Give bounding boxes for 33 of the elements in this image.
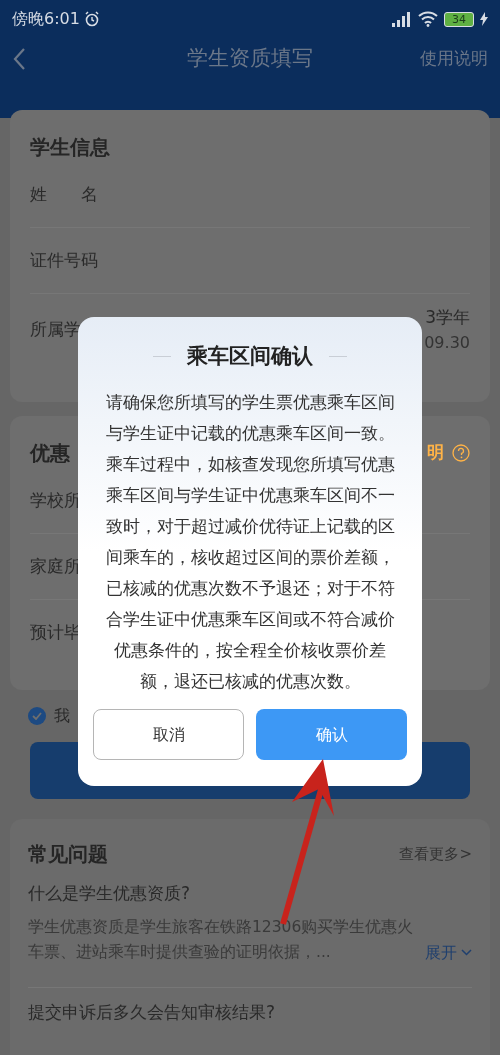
charging-icon [480,12,488,26]
status-time: 傍晚6:01 [12,8,80,30]
section-title: 学生信息 [30,134,111,161]
agreement-text: 我 [54,705,70,727]
signal-icon [390,11,412,27]
field-value: 3学年 [425,306,470,330]
battery-indicator: 34 [444,11,474,27]
dialog-title: 乘车区间确认 [187,343,313,370]
page-title: 学生资质填写 [187,45,313,73]
faq-question[interactable]: 什么是学生优惠资质? [28,881,472,907]
section-title: 优惠 [30,440,70,467]
back-icon[interactable] [12,47,26,71]
field-label: 家庭所 [30,554,81,578]
wifi-icon [418,11,438,27]
check-icon [32,712,42,720]
help-link[interactable]: 明 [427,440,444,466]
see-more-link[interactable]: 查看更多> [399,842,472,866]
field-label: 所属学 [30,318,81,342]
alarm-icon [83,11,100,27]
expand-link[interactable]: 展开 [425,939,457,965]
field-label: 学校所 [30,488,81,512]
confirm-button[interactable]: 确认 [256,709,407,760]
agreement-checkbox[interactable] [28,707,46,725]
help-icon[interactable] [452,444,470,462]
instructions-link[interactable]: 使用说明 [420,46,488,72]
field-value: 09.30 [424,331,470,354]
dialog-message: 请确保您所填写的学生票优惠乘车区间与学生证中记载的优惠乘车区间一致。乘车过程中，如核查发现您所填写优惠乘车区间与学生证中优惠乘车区间不一致时，对于超过减价优待证上记载的区间乘车的，核收超过区间的票价差额，已核减的优惠次数不予退还；对于不符合学生证中优惠乘车区间或不符合减价优惠条件的，按全程全价核收票价差额，退还已核减的优惠次数。 [104,390,396,693]
field-label: 姓 名 [30,182,98,206]
faq-question[interactable]: 提交申诉后多久会告知审核结果? [28,999,472,1025]
field-label: 证件号码 [30,248,98,272]
cancel-button[interactable]: 取消 [93,709,244,760]
chevron-down-icon [461,948,472,956]
section-title: 常见问题 [28,841,108,868]
